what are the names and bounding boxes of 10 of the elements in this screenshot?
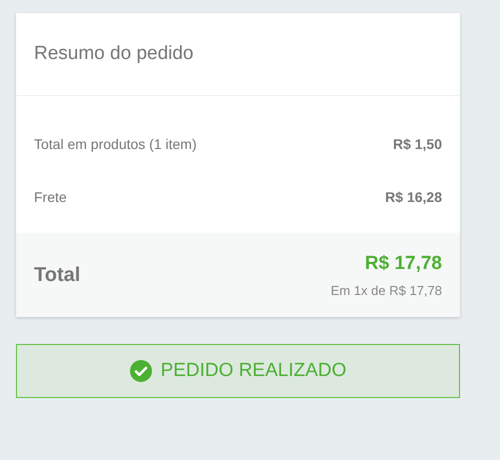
banner-text: PEDIDO REALIZADO [160, 360, 346, 382]
total-value: R$ 17,78 [364, 253, 442, 275]
row-value: R$ 1,50 [392, 136, 442, 152]
total-label: Total [34, 264, 80, 287]
installments-text: Em 1x de R$ 17,78 [330, 283, 442, 298]
card-title: Resumo do pedido [34, 43, 194, 65]
row-label: Total em produtos (1 item) [34, 136, 197, 152]
row-label: Frete [34, 189, 67, 205]
row-value: R$ 16,28 [385, 189, 442, 205]
check-circle-icon [130, 360, 152, 382]
